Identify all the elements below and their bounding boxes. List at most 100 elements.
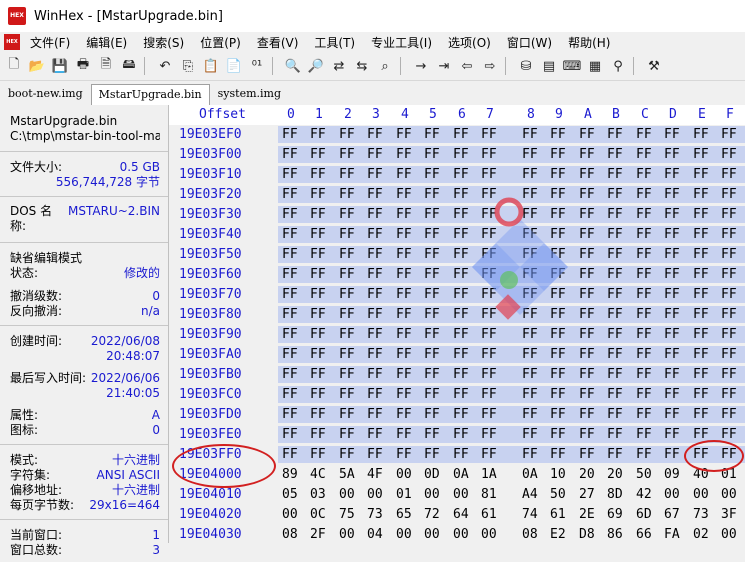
hex-byte[interactable]: 61 xyxy=(550,507,566,522)
hex-byte[interactable]: 08 xyxy=(282,527,298,542)
save-icon[interactable]: 💾 xyxy=(51,57,69,75)
hex-byte[interactable]: FF xyxy=(282,427,298,442)
hex-row[interactable]: 19E03EF0 FF FF FF FF FF FF FF FF FF FF FF FF FF FF FF FF xyxy=(169,125,745,145)
hex-byte[interactable]: 00 xyxy=(481,527,497,542)
find-again-icon[interactable]: ⌕ xyxy=(376,57,394,75)
hex-byte[interactable]: FF xyxy=(339,167,355,182)
hex-byte[interactable]: FF xyxy=(693,267,709,282)
back-icon[interactable]: ⇦ xyxy=(458,57,476,75)
hex-byte[interactable]: FF xyxy=(481,387,497,402)
hex-byte[interactable]: FF xyxy=(522,127,538,142)
hex-byte[interactable]: FF xyxy=(721,187,737,202)
hex-byte[interactable]: 00 xyxy=(453,487,469,502)
hex-byte[interactable]: FF xyxy=(453,127,469,142)
hex-byte[interactable]: FF xyxy=(396,187,412,202)
hex-byte[interactable]: FF xyxy=(424,287,440,302)
hex-byte[interactable]: FF xyxy=(522,447,538,462)
hex-byte[interactable]: FF xyxy=(607,147,623,162)
hex-byte[interactable]: FF xyxy=(453,407,469,422)
hex-byte[interactable]: 00 xyxy=(282,507,298,522)
binary-icon[interactable]: ⁰¹ xyxy=(248,57,266,75)
hex-byte[interactable]: FF xyxy=(664,387,680,402)
hex-byte[interactable]: 69 xyxy=(607,507,623,522)
hex-byte[interactable]: FF xyxy=(693,307,709,322)
forward-icon[interactable]: ⇨ xyxy=(481,57,499,75)
hex-byte[interactable]: 0C xyxy=(310,507,326,522)
hex-byte[interactable]: 05 xyxy=(282,487,298,502)
hex-byte[interactable]: FF xyxy=(282,227,298,242)
hex-byte[interactable]: E2 xyxy=(550,527,566,542)
hex-byte[interactable]: FF xyxy=(607,427,623,442)
hex-byte[interactable]: FF xyxy=(367,227,383,242)
hex-byte[interactable]: 74 xyxy=(522,507,538,522)
hex-byte[interactable]: FF xyxy=(664,367,680,382)
hex-byte[interactable]: FF xyxy=(367,307,383,322)
hex-byte[interactable]: A4 xyxy=(522,487,538,502)
hex-byte[interactable]: FF xyxy=(453,167,469,182)
hex-byte[interactable]: FF xyxy=(396,427,412,442)
copy-icon[interactable]: ⎘ xyxy=(179,57,197,75)
hex-byte[interactable]: FF xyxy=(282,127,298,142)
hex-byte[interactable]: FF xyxy=(636,447,652,462)
hex-byte[interactable]: FF xyxy=(522,367,538,382)
hex-byte[interactable]: FF xyxy=(607,327,623,342)
hex-byte[interactable]: FF xyxy=(607,307,623,322)
hex-byte[interactable]: 0A xyxy=(453,467,469,482)
hex-byte[interactable]: 08 xyxy=(522,527,538,542)
hex-byte[interactable]: FF xyxy=(367,347,383,362)
menu-file[interactable]: 文件(F) xyxy=(30,34,70,51)
hex-byte[interactable]: FF xyxy=(424,227,440,242)
hex-byte[interactable]: FF xyxy=(579,367,595,382)
print-icon[interactable]: 🖶 xyxy=(74,57,92,75)
hex-byte[interactable]: 0D xyxy=(424,467,440,482)
hex-byte[interactable]: 00 xyxy=(453,527,469,542)
hex-byte[interactable]: FF xyxy=(424,127,440,142)
hex-byte[interactable]: FF xyxy=(607,387,623,402)
hex-byte[interactable]: FF xyxy=(636,347,652,362)
hex-byte[interactable]: 3F xyxy=(721,507,737,522)
hex-byte[interactable]: FF xyxy=(367,327,383,342)
hex-byte[interactable]: FF xyxy=(522,427,538,442)
menu-help[interactable]: 帮助(H) xyxy=(568,34,610,51)
hex-byte[interactable]: FF xyxy=(579,287,595,302)
hex-byte[interactable]: FF xyxy=(481,347,497,362)
hex-byte[interactable]: FF xyxy=(396,447,412,462)
hex-byte[interactable]: FF xyxy=(550,347,566,362)
hex-byte[interactable]: FF xyxy=(693,347,709,362)
hex-byte[interactable]: FF xyxy=(579,127,595,142)
hex-byte[interactable]: FF xyxy=(339,207,355,222)
hex-byte[interactable]: FF xyxy=(396,147,412,162)
hex-byte[interactable]: FF xyxy=(396,287,412,302)
hex-byte[interactable]: FF xyxy=(424,347,440,362)
tab-system-img[interactable]: system.img xyxy=(210,83,289,105)
search-icon[interactable]: ⚲ xyxy=(609,57,627,75)
hex-byte[interactable]: FF xyxy=(396,327,412,342)
winhex-app-icon[interactable]: HEX xyxy=(8,7,26,25)
hex-byte[interactable]: FF xyxy=(396,127,412,142)
hex-byte[interactable]: FF xyxy=(721,327,737,342)
hex-byte[interactable]: 1A xyxy=(481,467,497,482)
properties-icon[interactable]: 🗎 xyxy=(97,57,115,75)
hex-byte[interactable]: FF xyxy=(282,267,298,282)
menu-position[interactable]: 位置(P) xyxy=(200,34,241,51)
hex-byte[interactable]: FF xyxy=(282,247,298,262)
menu-view[interactable]: 查看(V) xyxy=(257,34,299,51)
hex-byte[interactable]: 00 xyxy=(339,487,355,502)
hex-byte[interactable]: FF xyxy=(636,287,652,302)
hex-byte[interactable]: FF xyxy=(310,367,326,382)
hex-byte[interactable]: FF xyxy=(522,407,538,422)
paste-icon[interactable]: 📋 xyxy=(202,57,220,75)
hex-byte[interactable]: FF xyxy=(550,387,566,402)
hex-byte[interactable]: 6D xyxy=(636,507,652,522)
hex-byte[interactable]: FF xyxy=(579,167,595,182)
hex-byte[interactable]: FF xyxy=(282,147,298,162)
hex-byte[interactable]: FF xyxy=(424,447,440,462)
hex-byte[interactable]: FF xyxy=(636,267,652,282)
hex-byte[interactable]: FF xyxy=(579,407,595,422)
hex-byte[interactable]: FF xyxy=(721,307,737,322)
hex-byte[interactable]: FF xyxy=(481,427,497,442)
hex-byte[interactable]: FF xyxy=(339,227,355,242)
hex-byte[interactable]: FF xyxy=(339,147,355,162)
hex-byte[interactable]: FF xyxy=(522,347,538,362)
hex-byte[interactable]: FF xyxy=(367,427,383,442)
